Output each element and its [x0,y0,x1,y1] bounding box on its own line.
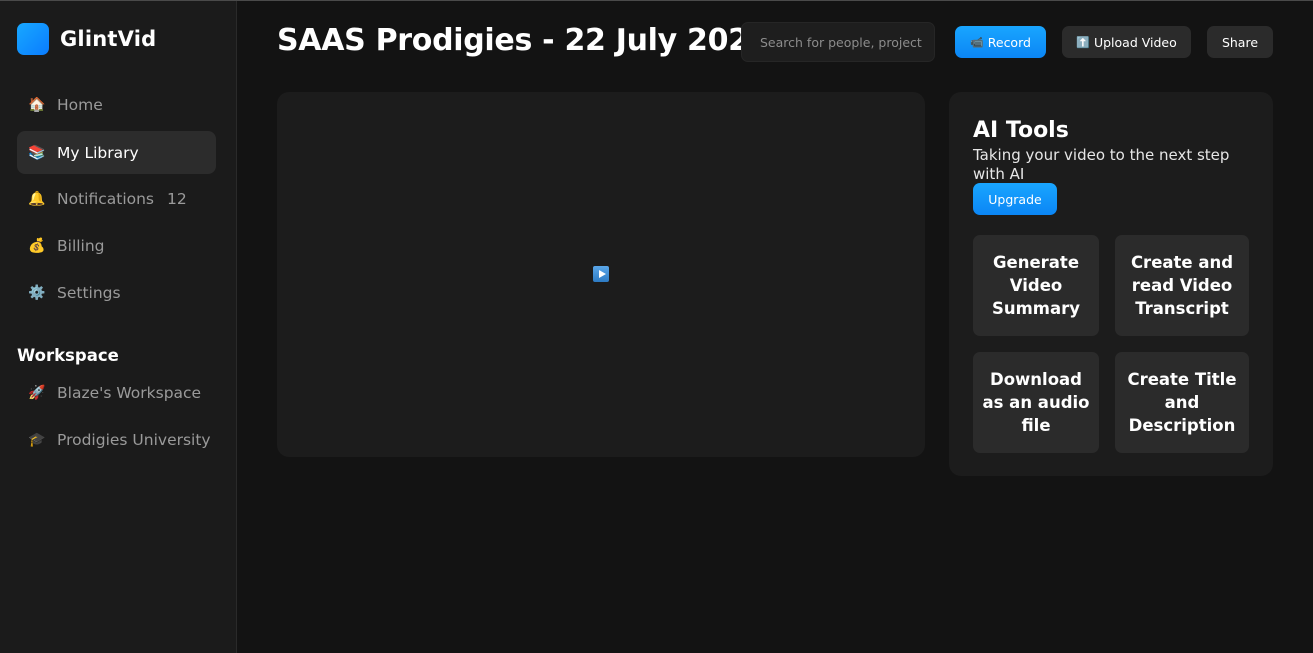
ai-tools-title: AI Tools [973,118,1069,143]
sidebar-item-billing[interactable]: 💰 Billing [17,224,216,267]
sidebar-item-label: Notifications [57,189,155,208]
sidebar-item-label: Settings [57,283,121,302]
page-title: SAAS Prodigies - 22 July 2024 [277,23,770,58]
library-books-icon: 📚 [28,144,46,161]
brand[interactable]: GlintVid [17,23,156,55]
home-icon: 🏠 [28,96,46,113]
workspace-item-blaze[interactable]: 🚀 Blaze's Workspace [17,371,216,414]
ai-tools-panel: AI Tools Taking your video to the next s… [949,92,1273,476]
sidebar: GlintVid 🏠 Home 📚 My Library 🔔 Notificat… [0,1,237,653]
tool-title-description[interactable]: Create Title and Description [1115,352,1249,453]
workspace-item-label: Blaze's Workspace [57,383,202,402]
record-button[interactable]: 📹 Record [955,26,1046,58]
upload-button-label: Upload Video [1093,34,1177,50]
upload-video-button[interactable]: ⬆️ Upload Video [1062,26,1191,58]
sidebar-item-label: My Library [57,143,139,162]
sidebar-item-home[interactable]: 🏠 Home [17,83,216,126]
video-camera-icon: 📹 [970,35,984,49]
ai-tools-subtitle: Taking your video to the next step with … [973,146,1230,183]
play-icon[interactable] [593,266,609,282]
share-button[interactable]: Share [1207,26,1273,58]
record-button-label: Record [987,34,1031,50]
notification-count: 12 [167,189,187,208]
workspace-item-prodigies-university[interactable]: 🎓 Prodigies University [17,418,216,461]
workspace-heading: Workspace [17,346,119,365]
tool-generate-summary[interactable]: Generate Video Summary [973,235,1099,336]
money-bag-icon: 💰 [28,237,46,254]
gear-icon: ⚙️ [28,284,46,301]
sidebar-item-my-library[interactable]: 📚 My Library [17,131,216,174]
sidebar-item-notifications[interactable]: 🔔 Notifications 12 [17,177,216,220]
tool-download-audio[interactable]: Download as an audio file [973,352,1099,453]
upgrade-button[interactable]: Upgrade [973,183,1057,215]
app-name: GlintVid [60,27,157,51]
graduation-cap-icon: 🎓 [28,431,46,448]
sidebar-item-settings[interactable]: ⚙️ Settings [17,271,216,314]
share-button-label: Share [1221,34,1259,50]
search-input[interactable] [741,22,935,62]
sidebar-item-label: Billing [57,236,105,255]
rocket-icon: 🚀 [28,384,46,401]
sidebar-item-label: Home [57,95,103,114]
upload-arrow-icon: ⬆️ [1076,35,1090,49]
glintvid-logo [17,23,49,55]
bell-icon: 🔔 [28,190,46,207]
tool-video-transcript[interactable]: Create and read Video Transcript [1115,235,1249,336]
workspace-item-label: Prodigies University [57,430,211,449]
